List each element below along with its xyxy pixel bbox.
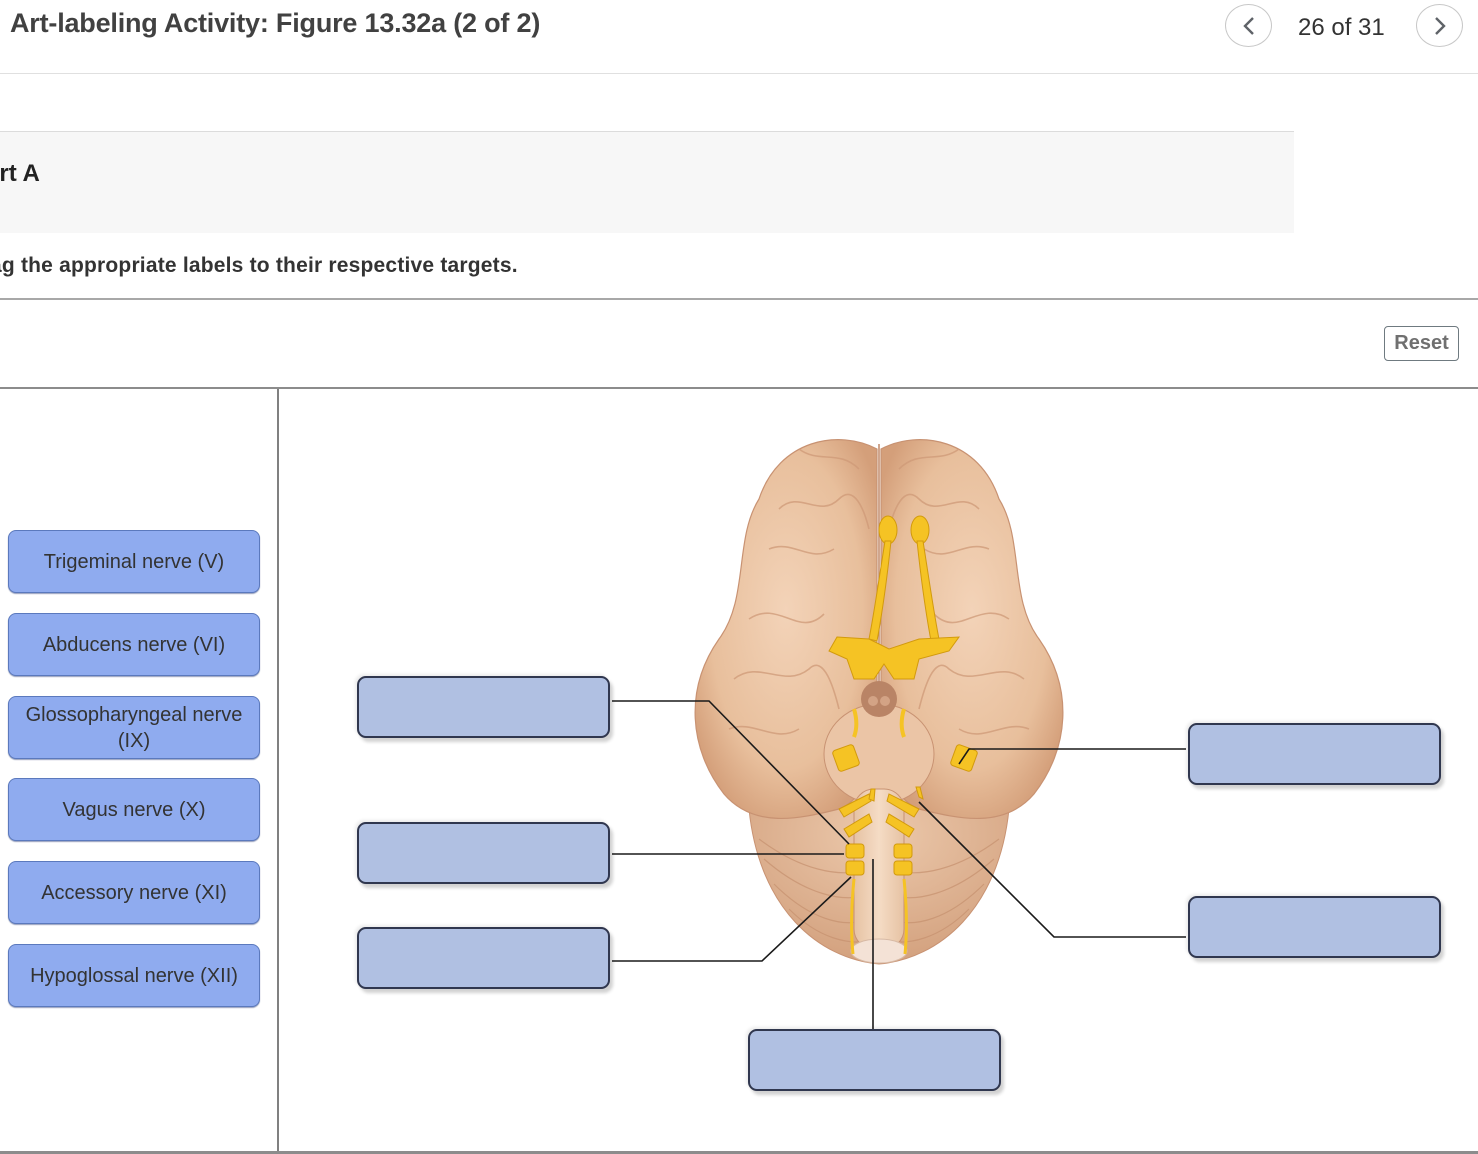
drop-target-right-bottom[interactable] xyxy=(1188,896,1441,958)
part-header: art A xyxy=(0,131,1294,233)
label-chip[interactable]: Vagus nerve (X) xyxy=(8,778,260,841)
drop-target-bottom-center[interactable] xyxy=(748,1029,1001,1091)
reset-button[interactable]: Reset xyxy=(1384,326,1459,361)
page-title: Art-labeling Activity: Figure 13.32a (2 … xyxy=(10,8,541,38)
divider xyxy=(0,298,1478,300)
drop-target-left-bottom[interactable] xyxy=(357,927,610,989)
instructions-text: ag the appropriate labels to their respe… xyxy=(0,254,518,277)
label-chip[interactable]: Glossopharyngeal nerve (IX) xyxy=(8,696,260,759)
next-item-button[interactable] xyxy=(1416,4,1463,47)
drop-target-left-middle[interactable] xyxy=(357,822,610,884)
label-chip[interactable]: Hypoglossal nerve (XII) xyxy=(8,944,260,1007)
item-counter: 26 of 31 xyxy=(1298,14,1385,41)
drop-target-right-top[interactable] xyxy=(1188,723,1441,785)
previous-item-button[interactable] xyxy=(1225,4,1272,47)
chevron-right-icon xyxy=(1434,16,1446,35)
label-chip[interactable]: Abducens nerve (VI) xyxy=(8,613,260,676)
drop-target-left-top[interactable] xyxy=(357,676,610,738)
chevron-left-icon xyxy=(1242,16,1254,35)
label-chip[interactable]: Accessory nerve (XI) xyxy=(8,861,260,924)
label-chip[interactable]: Trigeminal nerve (V) xyxy=(8,530,260,593)
activity-header: Art-labeling Activity: Figure 13.32a (2 … xyxy=(0,0,1478,74)
part-title: art A xyxy=(0,160,40,187)
